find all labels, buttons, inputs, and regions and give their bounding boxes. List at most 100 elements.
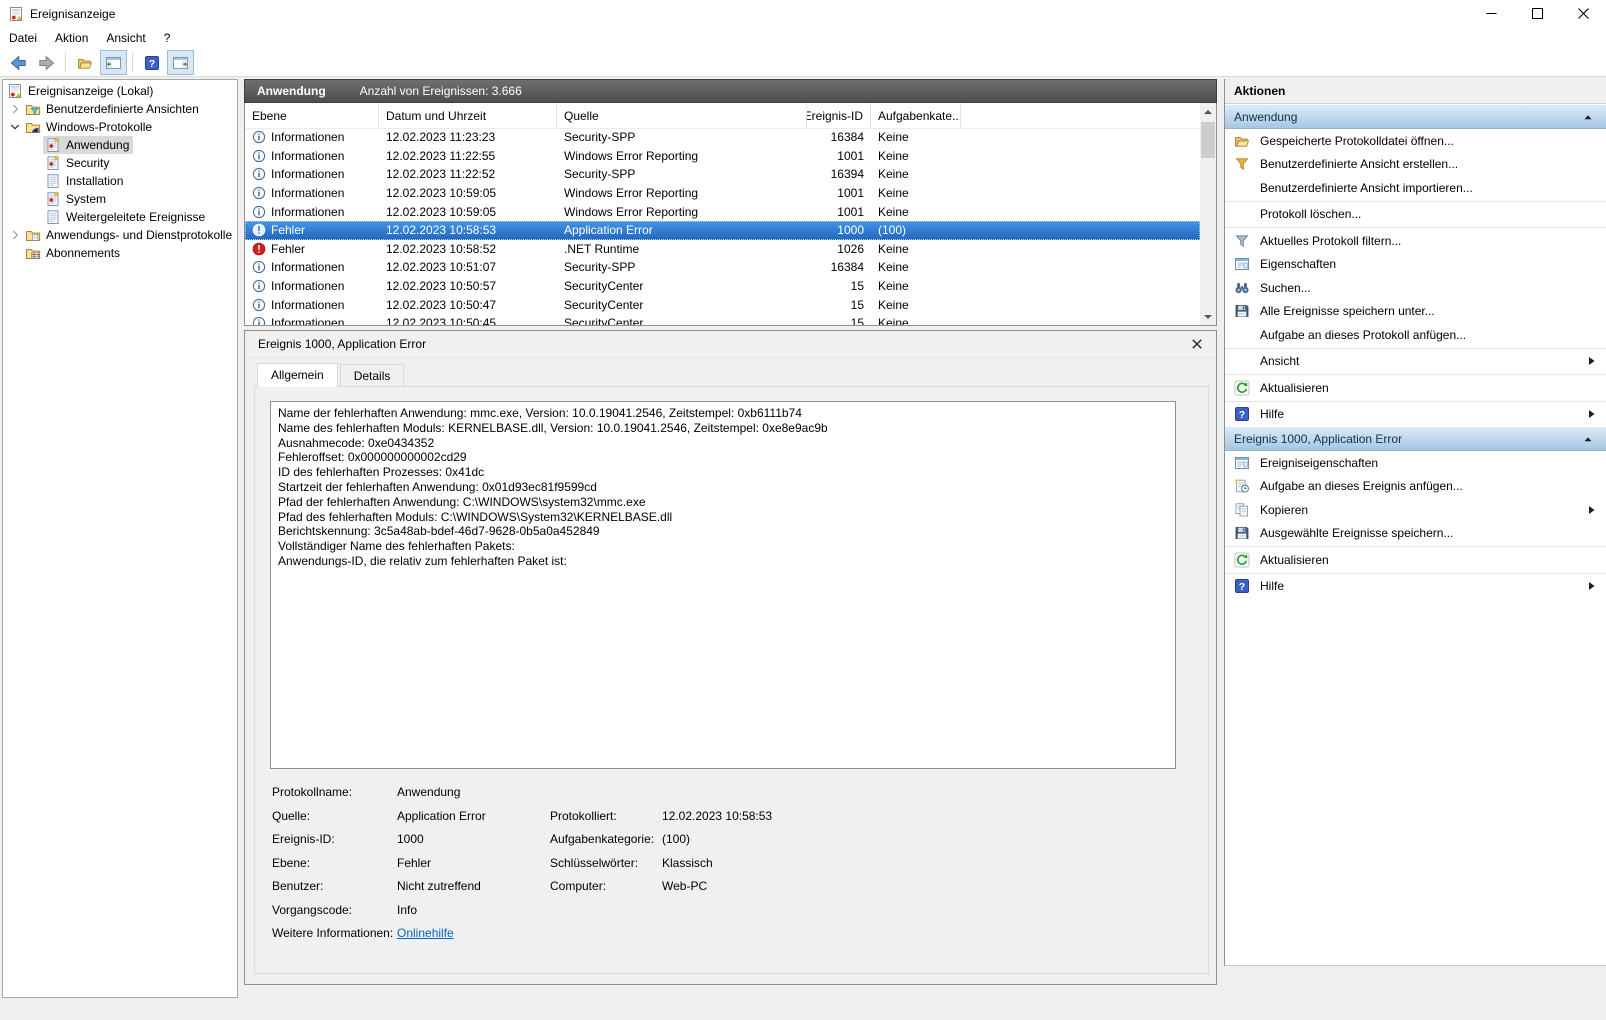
event-row[interactable]: Fehler12.02.2023 10:58:53Application Err… [245,221,1200,240]
close-button[interactable] [1560,0,1606,27]
collapse-triangle-icon[interactable] [1582,111,1594,123]
action-item-kopieren[interactable]: Kopieren [1225,498,1606,522]
minimize-button[interactable] [1468,0,1514,27]
action-item-suchen[interactable]: Suchen... [1225,276,1606,300]
scroll-up-button[interactable] [1200,103,1216,120]
action-pane-toggle-button[interactable] [167,50,194,75]
action-item-benutzerdefinierte-ansicht-importieren[interactable]: Benutzerdefinierte Ansicht importieren..… [1225,176,1606,200]
event-row[interactable]: Informationen12.02.2023 10:50:57Security… [245,277,1200,296]
datetime-label: 12.02.2023 10:58:53 [386,223,496,237]
collapse-triangle-icon[interactable] [1582,433,1594,445]
event-row[interactable]: Fehler12.02.2023 10:58:52.NET Runtime102… [245,240,1200,259]
tree-item-weitergeleitete-ereignisse[interactable]: Weitergeleitete Ereignisse [3,208,237,226]
chevron-right-icon[interactable] [7,103,23,115]
field-value: 12.02.2023 10:58:53 [662,809,1178,823]
log-event-icon [45,137,61,153]
actions-section-title: Ereignis 1000, Application Error [1234,432,1402,446]
event-row[interactable]: Informationen12.02.2023 10:50:45Security… [245,314,1200,325]
close-icon[interactable] [1186,334,1208,354]
online-help-link[interactable]: Onlinehilfe [397,926,550,940]
folder-subscription-icon [25,245,41,261]
level-cell: Informationen [245,205,379,219]
action-item-aufgabe-an-dieses-protokoll-anfügen[interactable]: Aufgabe an dieses Protokoll anfügen... [1225,323,1606,347]
task-category-label: Keine [878,279,909,293]
level-label: Informationen [271,186,344,200]
column-header-ebene[interactable]: Ebene [245,103,379,128]
forward-button[interactable] [33,50,60,75]
event-id-label: 16384 [831,260,864,274]
event-row[interactable]: Informationen12.02.2023 10:51:07Security… [245,258,1200,277]
event-row[interactable]: Informationen12.02.2023 11:22:52Security… [245,165,1200,184]
tree-item-abonnements[interactable]: Abonnements [3,244,237,262]
menu-item-datei[interactable]: Datei [0,28,46,48]
action-item-benutzerdefinierte-ansicht-erstellen[interactable]: Benutzerdefinierte Ansicht erstellen... [1225,153,1606,177]
menu-item-[interactable]: ? [155,28,180,48]
binoculars-icon [1234,280,1254,296]
level-cell: Informationen [245,316,379,325]
column-header-datum-und-uhrzeit[interactable]: Datum und Uhrzeit [379,103,557,128]
action-separator [1225,573,1606,574]
event-id-cell: 16394 [807,167,871,181]
event-description-box[interactable]: Name der fehlerhaften Anwendung: mmc.exe… [270,401,1176,769]
console-tree-toggle-icon [105,55,122,71]
tab-allgemein[interactable]: Allgemein [257,363,338,387]
action-item-ausgewählte-ereignisse-speichern[interactable]: Ausgewählte Ereignisse speichern... [1225,522,1606,546]
action-item-aktuelles-protokoll-filtern[interactable]: Aktuelles Protokoll filtern... [1225,229,1606,253]
tree-item-anwendung[interactable]: Anwendung [3,136,237,154]
maximize-icon [1532,8,1543,19]
scroll-down-button[interactable] [1200,308,1216,325]
menu-item-aktion[interactable]: Aktion [46,28,97,48]
event-row[interactable]: Informationen12.02.2023 11:23:23Security… [245,128,1200,147]
console-tree-toggle-button[interactable] [100,50,127,75]
action-item-label: Ausgewählte Ereignisse speichern... [1260,526,1453,540]
tree-item-security[interactable]: Security [3,154,237,172]
action-item-ereigniseigenschaften[interactable]: Ereigniseigenschaften [1225,451,1606,475]
tree-item-anwendungs-und-dienstprotokolle[interactable]: Anwendungs- und Dienstprotokolle [3,226,237,244]
tree-item-ereignisanzeige-lokal[interactable]: Ereignisanzeige (Lokal) [3,82,237,100]
action-item-aktualisieren[interactable]: Aktualisieren [1225,548,1606,572]
action-item-alle-ereignisse-speichern-unter[interactable]: Alle Ereignisse speichern unter... [1225,300,1606,324]
tab-details[interactable]: Details [340,364,405,386]
event-description-line: Vollständiger Name des fehlerhaften Pake… [278,539,1168,554]
event-row[interactable]: Informationen12.02.2023 10:59:05Windows … [245,184,1200,203]
scrollbar-thumb[interactable] [1201,122,1215,158]
submenu-arrow-icon [1587,580,1596,592]
tree-item-windows-protokolle[interactable]: Windows-Protokolle [3,118,237,136]
event-row[interactable]: Informationen12.02.2023 10:50:47Security… [245,295,1200,314]
maximize-button[interactable] [1514,0,1560,27]
action-item-gespeicherte-protokolldatei-öffnen[interactable]: Gespeicherte Protokolldatei öffnen... [1225,129,1606,153]
chevron-down-icon[interactable] [7,121,23,133]
back-button[interactable] [4,50,31,75]
info-icon [252,298,266,312]
column-header-ereignis-id[interactable]: Ereignis-ID [807,103,871,128]
tree-item-system[interactable]: System [3,190,237,208]
action-item-eigenschaften[interactable]: Eigenschaften [1225,253,1606,277]
action-item-aktualisieren[interactable]: Aktualisieren [1225,376,1606,400]
event-row[interactable]: Informationen12.02.2023 10:59:05Windows … [245,202,1200,221]
task-category-label: Keine [878,186,909,200]
action-item-protokoll-löschen[interactable]: Protokoll löschen... [1225,203,1606,227]
column-header-aufgabenkate[interactable]: Aufgabenkate... [871,103,961,128]
tree-item-benutzerdefinierte-ansichten[interactable]: Benutzerdefinierte Ansichten [3,100,237,118]
action-item-ansicht[interactable]: Ansicht [1225,350,1606,374]
help-button[interactable]: ? [138,50,165,75]
actions-section-header-anwendung[interactable]: Anwendung [1225,104,1606,129]
action-item-hilfe[interactable]: ?Hilfe [1225,575,1606,599]
action-item-aufgabe-an-dieses-ereignis-anfügen[interactable]: Aufgabe an dieses Ereignis anfügen... [1225,475,1606,499]
menu-item-ansicht[interactable]: Ansicht [97,28,154,48]
tree-item-installation[interactable]: Installation [3,172,237,190]
error-icon-sel [252,223,266,237]
info-icon [252,316,266,325]
event-id-label: 15 [851,316,864,325]
open-folder-button[interactable] [71,50,98,75]
column-header-quelle[interactable]: Quelle [557,103,807,128]
chevron-right-icon[interactable] [7,229,23,241]
funnel-icon [1234,233,1254,249]
task-category-label: Keine [878,130,909,144]
actions-pane: Aktionen AnwendungGespeicherte Protokoll… [1224,79,1606,966]
action-item-hilfe[interactable]: ?Hilfe [1225,403,1606,427]
event-row[interactable]: Informationen12.02.2023 11:22:55Windows … [245,147,1200,166]
actions-section-header-ereignis-1000-application-error[interactable]: Ereignis 1000, Application Error [1225,426,1606,451]
field-value: Klassisch [662,856,1178,870]
list-vertical-scrollbar[interactable] [1200,103,1216,325]
